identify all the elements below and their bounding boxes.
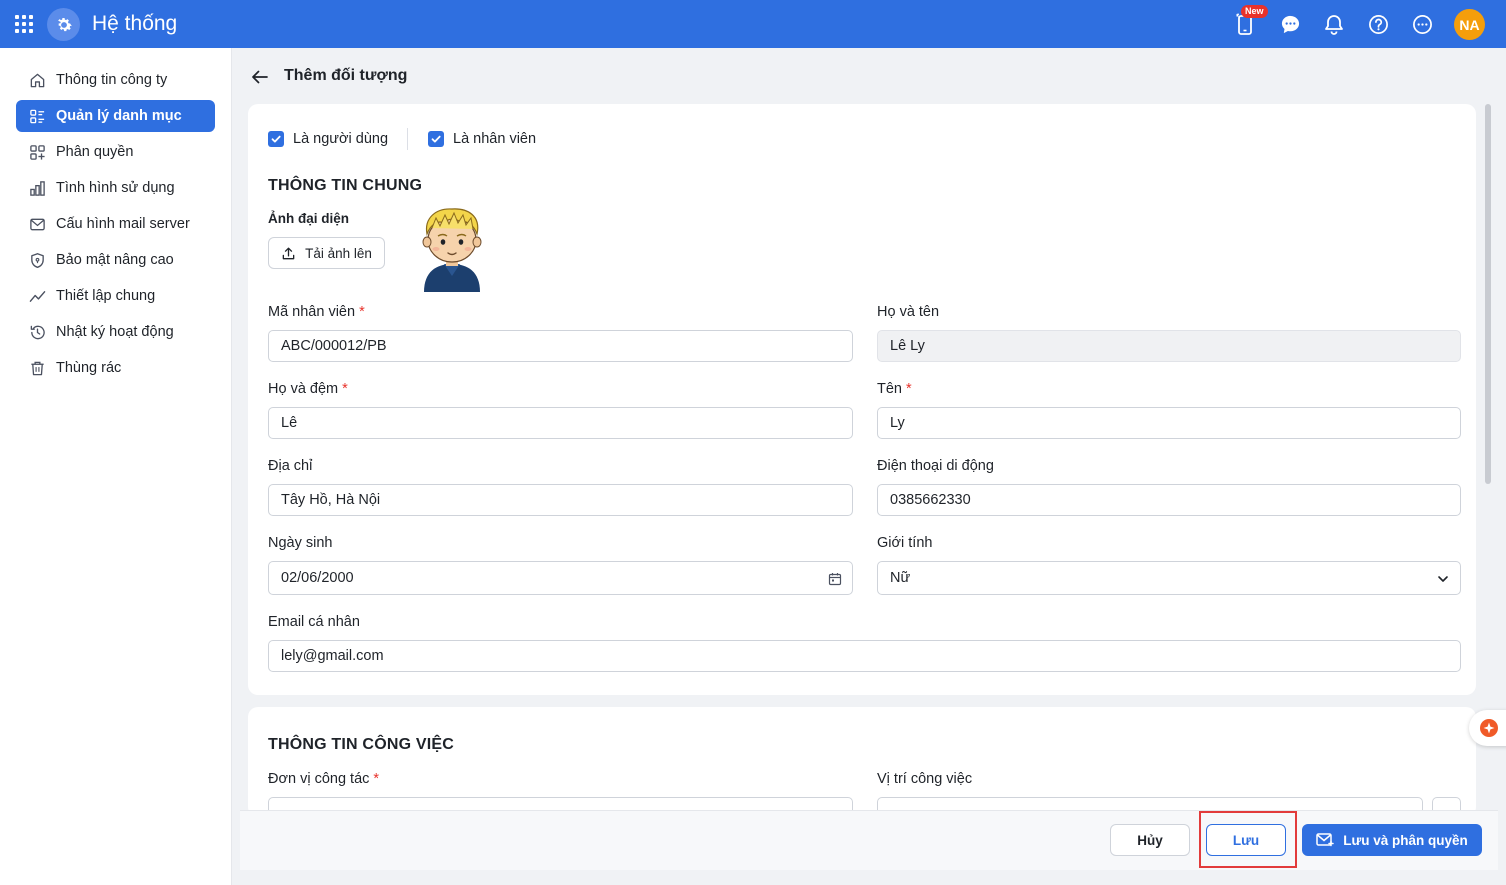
shield-icon	[28, 251, 46, 269]
sidebar-item-company-info[interactable]: Thông tin công ty	[16, 64, 215, 96]
apps-grid-icon[interactable]	[15, 15, 33, 33]
employee-code-label: Mã nhân viên *	[268, 304, 365, 320]
sidebar-item-category-management[interactable]: Quản lý danh mục	[16, 100, 215, 132]
sidebar-item-label: Nhật ký hoạt động	[56, 324, 174, 340]
save-and-assign-label: Lưu và phân quyền	[1343, 832, 1468, 848]
permission-icon	[28, 143, 46, 161]
chart-icon	[28, 179, 46, 197]
profile-avatar-image	[422, 208, 482, 292]
department-label: Đơn vị công tác *	[268, 771, 380, 787]
avatar-label: Ảnh đại diện	[268, 211, 349, 226]
help-icon[interactable]	[1367, 13, 1389, 35]
general-info-card	[248, 104, 1476, 695]
first-name-input[interactable]: Ly	[877, 407, 1461, 439]
top-bar: Hệ thống New NA	[0, 0, 1506, 48]
birthday-datepicker[interactable]: 02/06/2000	[268, 561, 853, 595]
address-label: Địa chỉ	[268, 458, 313, 474]
sidebar: Thông tin công ty Quản lý danh mục Phân …	[0, 48, 232, 885]
sidebar-item-label: Cấu hình mail server	[56, 216, 190, 232]
sidebar-item-general-settings[interactable]: Thiết lập chung	[16, 280, 215, 312]
full-name-input: Lê Ly	[877, 330, 1461, 362]
sidebar-item-trash[interactable]: Thùng rác	[16, 352, 215, 384]
sidebar-item-mail-server[interactable]: Cấu hình mail server	[16, 208, 215, 240]
bell-icon[interactable]	[1323, 13, 1345, 35]
sidebar-item-permissions[interactable]: Phân quyền	[16, 136, 215, 168]
position-label: Vị trí công việc	[877, 771, 973, 787]
category-icon	[28, 107, 46, 125]
work-info-card	[248, 707, 1476, 817]
back-arrow-icon[interactable]	[250, 67, 270, 87]
scrollbar[interactable]	[1485, 104, 1491, 484]
sidebar-item-label: Thiết lập chung	[56, 288, 156, 304]
gear-icon	[47, 8, 80, 41]
ai-assistant-button[interactable]	[1469, 710, 1506, 746]
email-input[interactable]: lely@gmail.com	[268, 640, 1461, 672]
mail-permission-icon	[1316, 833, 1334, 847]
section-title-general: THÔNG TIN CHUNG	[268, 177, 423, 194]
birthday-label: Ngày sinh	[268, 535, 333, 551]
first-name-label: Tên *	[877, 381, 912, 397]
page-title: Thêm đối tượng	[284, 67, 408, 84]
home-icon	[28, 71, 46, 89]
section-title-work: THÔNG TIN CÔNG VIỆC	[268, 736, 455, 753]
calendar-icon[interactable]	[828, 572, 842, 586]
last-middle-name-input[interactable]: Lê	[268, 407, 853, 439]
trend-icon	[28, 287, 46, 305]
email-label: Email cá nhân	[268, 614, 360, 630]
is-employee-checkbox[interactable]: Là nhân viên	[428, 131, 536, 147]
sidebar-item-label: Quản lý danh mục	[56, 108, 182, 124]
history-icon	[28, 323, 46, 341]
upload-icon	[282, 247, 295, 259]
sidebar-item-activity-log[interactable]: Nhật ký hoạt động	[16, 316, 215, 348]
sidebar-item-label: Bảo mật nâng cao	[56, 252, 174, 268]
employee-code-input[interactable]: ABC/000012/PB	[268, 330, 853, 362]
upload-label: Tải ảnh lên	[305, 245, 372, 261]
sidebar-item-usage[interactable]: Tình hình sử dụng	[16, 172, 215, 204]
checkbox-checked-icon[interactable]	[428, 131, 444, 147]
address-input[interactable]: Tây Hồ, Hà Nội	[268, 484, 853, 516]
mobile-input[interactable]: 0385662330	[877, 484, 1461, 516]
save-and-assign-permission-button[interactable]: Lưu và phân quyền	[1302, 824, 1482, 856]
sidebar-item-label: Tình hình sử dụng	[56, 180, 175, 196]
sidebar-item-label: Thông tin công ty	[56, 72, 168, 88]
trash-icon	[28, 359, 46, 377]
new-badge: New	[1241, 5, 1268, 18]
full-name-label: Họ và tên	[877, 304, 940, 320]
user-avatar[interactable]: NA	[1454, 9, 1485, 40]
checkbox-checked-icon[interactable]	[268, 131, 284, 147]
sidebar-item-label: Phân quyền	[56, 144, 134, 160]
app-title: Hệ thống	[92, 12, 178, 35]
gender-label: Giới tính	[877, 535, 933, 551]
mobile-label: Điện thoại di động	[877, 458, 994, 474]
last-middle-name-label: Họ và đệm *	[268, 381, 348, 397]
save-button-highlight	[1199, 811, 1297, 868]
sparkle-icon	[1480, 719, 1498, 737]
chat-icon[interactable]	[1279, 13, 1301, 35]
checkbox-label: Là người dùng	[293, 131, 389, 147]
more-icon[interactable]	[1411, 13, 1433, 35]
is-user-checkbox[interactable]: Là người dùng	[268, 131, 388, 147]
divider	[407, 128, 408, 150]
mail-icon	[28, 215, 46, 233]
cancel-button[interactable]: Hủy	[1110, 824, 1190, 856]
sidebar-item-label: Thùng rác	[56, 360, 122, 376]
sidebar-item-security[interactable]: Bảo mật nâng cao	[16, 244, 215, 276]
gender-select[interactable]: Nữ	[877, 561, 1461, 595]
chevron-down-icon	[1438, 576, 1448, 582]
upload-avatar-button[interactable]: Tải ảnh lên	[268, 237, 385, 269]
checkbox-label: Là nhân viên	[453, 131, 537, 147]
